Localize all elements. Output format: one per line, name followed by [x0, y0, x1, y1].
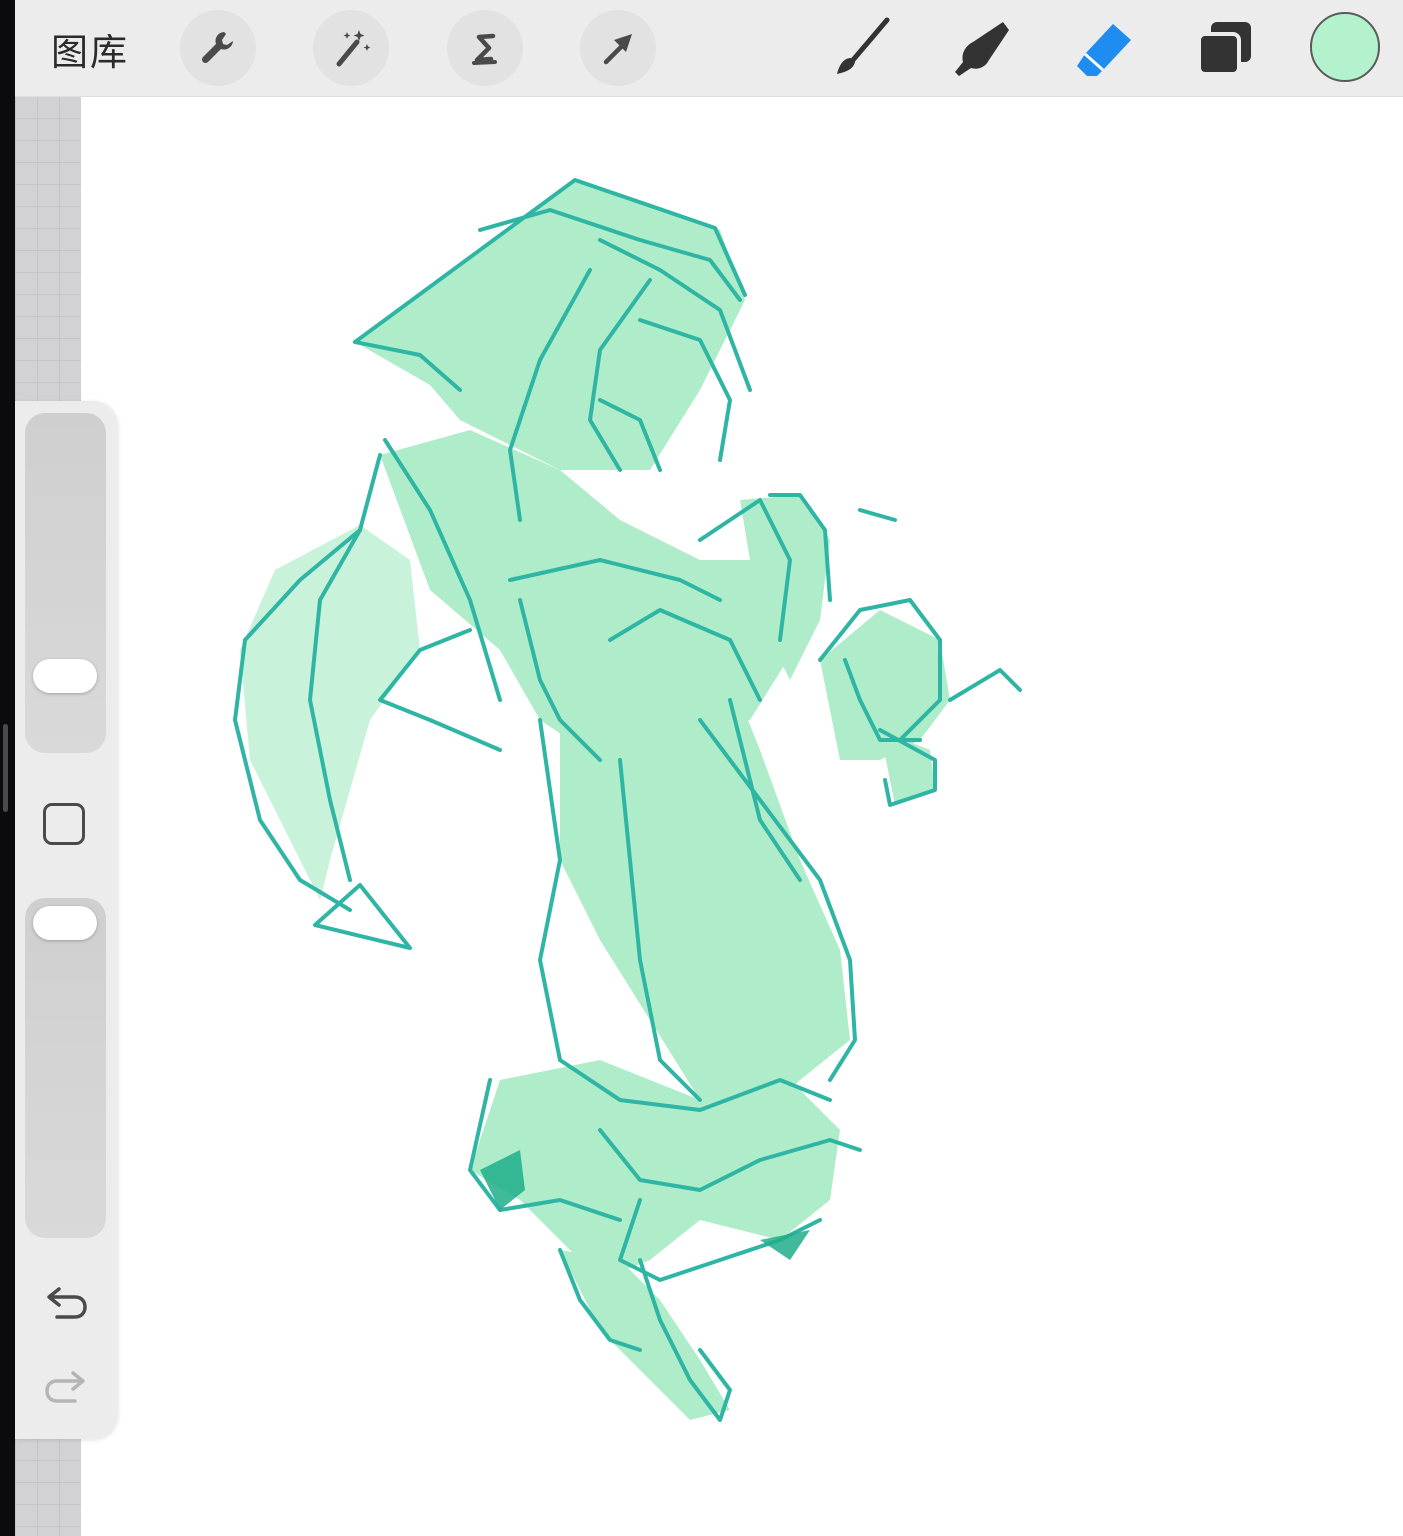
- selection-s-icon: [472, 33, 497, 65]
- procreate-app: 图库: [0, 0, 1403, 1536]
- opacity-slider[interactable]: [25, 898, 106, 1238]
- redo-arrow-icon: [45, 1371, 85, 1403]
- color-picker-button[interactable]: [1310, 12, 1380, 82]
- magic-wand-icon: [336, 30, 371, 67]
- wrench-icon: [201, 32, 233, 64]
- gallery-button[interactable]: 图库: [51, 22, 129, 76]
- brush-icon: [837, 17, 890, 74]
- smudge-finger-icon: [955, 22, 1009, 76]
- selection-button[interactable]: [447, 10, 523, 86]
- layers-icon: [1197, 22, 1251, 76]
- brush-size-thumb[interactable]: [33, 659, 97, 693]
- sketch-artwork: [233, 178, 1022, 1422]
- redo-button[interactable]: [41, 1367, 91, 1407]
- screen-edge: [0, 0, 15, 1536]
- actions-button[interactable]: [180, 10, 256, 86]
- brush-size-slider[interactable]: [25, 413, 106, 753]
- opacity-thumb[interactable]: [33, 906, 97, 940]
- drawing-canvas[interactable]: [81, 96, 1403, 1536]
- eraser-button[interactable]: [1067, 12, 1139, 84]
- undo-button[interactable]: [41, 1283, 91, 1323]
- modify-button[interactable]: [43, 803, 85, 845]
- fill-layer: [240, 180, 950, 1420]
- arrow-cursor-icon: [603, 34, 632, 65]
- eraser-icon: [1077, 24, 1131, 76]
- layers-button[interactable]: [1189, 12, 1261, 84]
- undo-arrow-icon: [47, 1287, 87, 1319]
- side-handle[interactable]: [3, 724, 8, 812]
- adjustments-button[interactable]: [313, 10, 389, 86]
- left-sidebar: [15, 401, 117, 1439]
- transform-button[interactable]: [580, 10, 656, 86]
- paint-brush-button[interactable]: [825, 12, 897, 84]
- smudge-button[interactable]: [945, 12, 1017, 84]
- top-toolbar: 图库: [15, 0, 1403, 97]
